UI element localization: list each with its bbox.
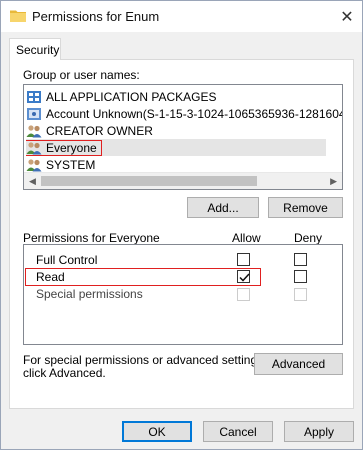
user-name: CREATOR OWNER bbox=[46, 123, 153, 138]
full-control-allow-checkbox[interactable] bbox=[237, 253, 250, 266]
read-row-highlight bbox=[25, 268, 261, 286]
users-icon bbox=[26, 158, 42, 171]
list-item[interactable]: SYSTEM bbox=[26, 156, 326, 173]
special-allow-checkbox bbox=[237, 288, 250, 301]
list-item[interactable]: ALL APPLICATION PACKAGES bbox=[26, 88, 326, 105]
cancel-button[interactable]: Cancel bbox=[203, 421, 273, 442]
group-users-label: Group or user names: bbox=[23, 68, 140, 82]
permissions-list: Full Control Read Special permissions bbox=[23, 244, 343, 345]
list-item[interactable]: Account Unknown(S-1-15-3-1024-1065365936… bbox=[26, 105, 342, 122]
add-button[interactable]: Add... bbox=[187, 197, 259, 218]
permission-name: Special permissions bbox=[36, 287, 143, 301]
highlight-box: Everyone bbox=[26, 139, 102, 156]
permissions-for-label: Permissions for Everyone bbox=[23, 231, 160, 245]
user-name: ALL APPLICATION PACKAGES bbox=[46, 89, 217, 104]
allow-header: Allow bbox=[232, 231, 261, 245]
apply-button[interactable]: Apply bbox=[284, 421, 354, 442]
remove-button[interactable]: Remove bbox=[268, 197, 343, 218]
advanced-help-text-1: For special permissions or advanced sett… bbox=[23, 353, 267, 367]
read-deny-checkbox[interactable] bbox=[294, 270, 307, 283]
group-users-list[interactable]: ALL APPLICATION PACKAGES Account Unknown… bbox=[23, 84, 343, 190]
user-name: Everyone bbox=[46, 140, 97, 155]
folder-icon bbox=[10, 9, 26, 22]
list-item[interactable]: CREATOR OWNER bbox=[26, 122, 326, 139]
user-name: Account Unknown(S-1-15-3-1024-1065365936… bbox=[46, 106, 342, 121]
unknown-user-icon bbox=[27, 107, 41, 120]
advanced-button[interactable]: Advanced bbox=[254, 353, 343, 375]
list-item-selected[interactable]: Everyone bbox=[26, 139, 326, 156]
permission-name: Full Control bbox=[36, 253, 98, 267]
window-title: Permissions for Enum bbox=[32, 9, 160, 24]
advanced-help-text-2: click Advanced. bbox=[23, 366, 106, 380]
special-deny-checkbox bbox=[294, 288, 307, 301]
packages-icon bbox=[27, 90, 41, 103]
deny-header: Deny bbox=[294, 231, 323, 245]
scroll-left-icon[interactable]: ◀ bbox=[29, 176, 36, 187]
users-icon bbox=[26, 141, 42, 154]
scroll-thumb[interactable] bbox=[41, 176, 257, 186]
users-icon bbox=[26, 124, 42, 137]
ok-button[interactable]: OK bbox=[122, 421, 192, 442]
horizontal-scrollbar[interactable]: ◀ ▶ bbox=[24, 172, 342, 189]
permissions-dialog: Permissions for Enum ✕ Security Group or… bbox=[0, 0, 363, 450]
security-panel: Group or user names: ALL APPLICATION PAC… bbox=[9, 59, 354, 409]
title-bar: Permissions for Enum ✕ bbox=[1, 1, 362, 32]
scroll-right-icon[interactable]: ▶ bbox=[330, 176, 337, 187]
full-control-deny-checkbox[interactable] bbox=[294, 253, 307, 266]
tab-security[interactable]: Security bbox=[9, 38, 61, 60]
user-name: SYSTEM bbox=[46, 157, 96, 172]
close-button[interactable]: ✕ bbox=[332, 1, 362, 32]
